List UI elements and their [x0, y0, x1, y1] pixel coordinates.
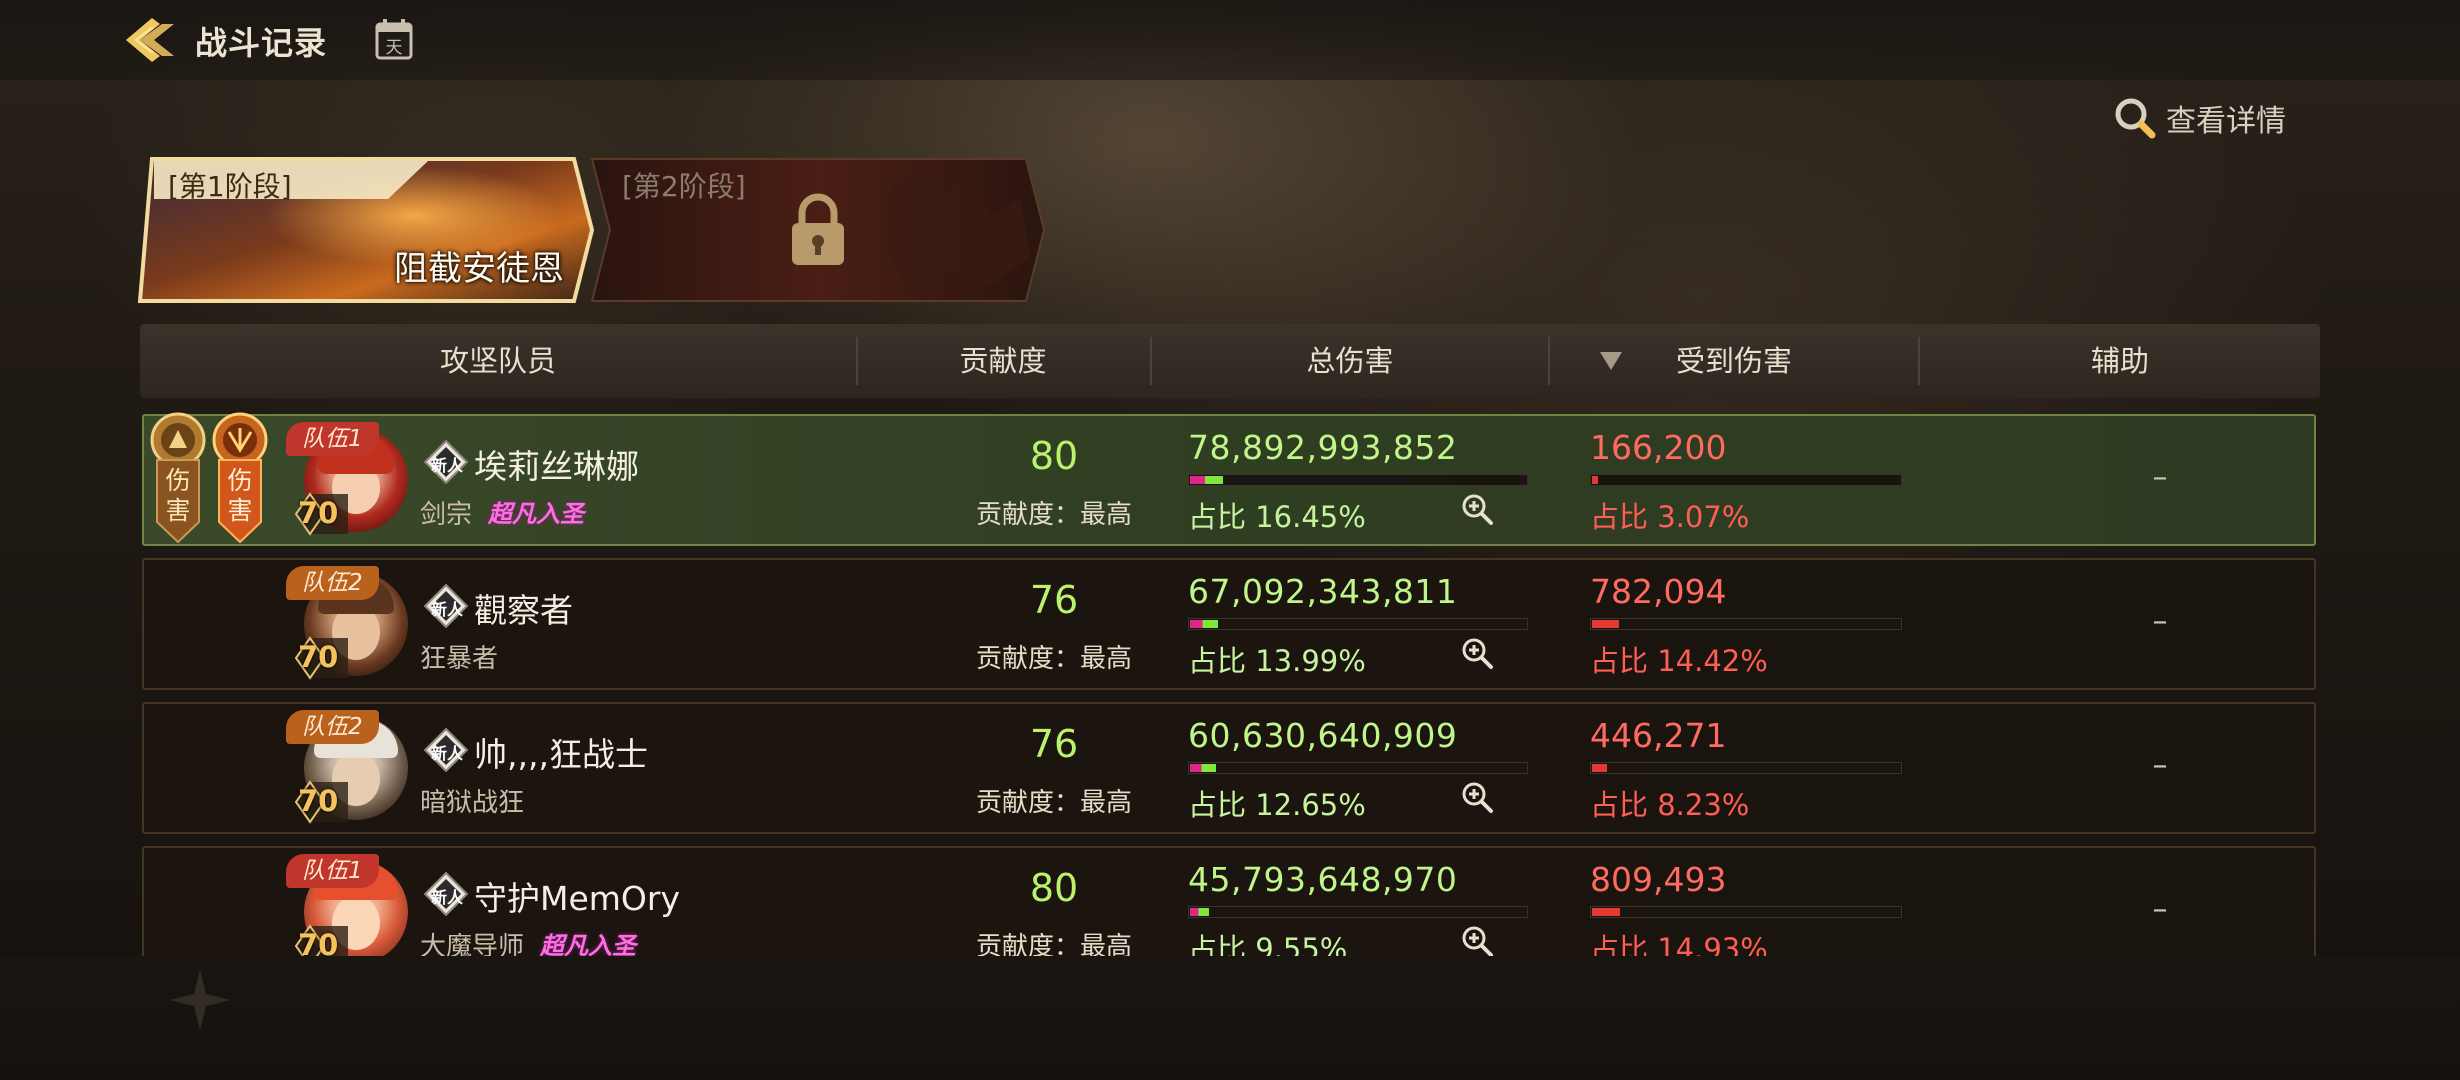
total-damage: 60,630,640,909 — [1188, 716, 1458, 755]
table-row[interactable]: 伤害 伤害 队伍1 70 新人 埃莉丝琳娜 剑宗 超凡入圣 80 贡献度：最高 … — [142, 412, 2316, 546]
level: 70 — [298, 784, 339, 818]
contribution-score: 76 — [1029, 722, 1079, 766]
contribution-label: 贡献度：最高 — [975, 788, 1132, 818]
contribution-label: 贡献度：最高 — [975, 500, 1132, 530]
newbie-label: 新人 — [430, 600, 463, 619]
table-row[interactable]: 队伍2 70 新人 觀察者 狂暴者 76 贡献度：最高 67,092,343,8… — [142, 558, 2316, 690]
team-badge: 队伍2 — [286, 566, 379, 600]
col-contribution: 贡献度 — [959, 344, 1047, 378]
newbie-label: 新人 — [430, 456, 463, 475]
taken-bar-fill — [1592, 764, 1607, 772]
assist-value: – — [2152, 604, 2168, 639]
taken-share: 占比 14.42% — [1590, 644, 1768, 678]
sparkle-icon — [170, 970, 230, 1030]
zoom-in-icon[interactable] — [1460, 636, 1494, 670]
table-row[interactable]: 队伍1 70 新人 守护MemOry 大魔导师 超凡入圣 80 贡献度：最高 4… — [142, 846, 2316, 956]
damage-bar-fill — [1190, 764, 1216, 772]
view-details-label: 查看详情 — [2166, 104, 2286, 139]
col-total-damage[interactable]: 总伤害 — [1152, 324, 1548, 398]
stage-1-name: 阻截安徒恩 — [394, 249, 564, 289]
player-class: 暗狱战狂 — [420, 788, 525, 818]
level: 70 — [298, 928, 339, 956]
contribution-score: 76 — [1029, 578, 1079, 622]
col-member: 攻坚队员 — [439, 344, 556, 378]
medal-label: 伤害 — [165, 466, 191, 525]
bottom-area — [0, 956, 2460, 1080]
page-title: 战斗记录 — [195, 24, 328, 62]
newbie-label: 新人 — [430, 744, 463, 763]
total-damage: 67,092,343,811 — [1188, 572, 1458, 611]
level: 70 — [298, 496, 339, 530]
stage-tab-2[interactable]: [第2阶段] — [590, 157, 1046, 303]
player-class: 大魔导师 — [420, 932, 525, 956]
lock-icon — [792, 193, 844, 265]
member-list[interactable]: 伤害 伤害 队伍1 70 新人 埃莉丝琳娜 剑宗 超凡入圣 80 贡献度：最高 … — [0, 400, 2460, 956]
taken-bar — [1590, 762, 1902, 774]
taken-bar-fill — [1592, 476, 1598, 484]
damage-bar-fill — [1190, 620, 1218, 628]
total-damage: 78,892,993,852 — [1188, 428, 1458, 467]
contribution-score: 80 — [1029, 866, 1079, 910]
damage-taken: 446,271 — [1590, 716, 1727, 755]
damage-share: 占比 13.99% — [1188, 644, 1366, 678]
level: 70 — [298, 640, 339, 674]
damage-bar-fill — [1190, 908, 1209, 916]
stage-tab-1[interactable]: [第1阶段] 阻截安徒恩 — [138, 157, 594, 303]
zoom-in-icon[interactable] — [1460, 924, 1494, 956]
contribution-label: 贡献度：最高 — [975, 644, 1132, 674]
taken-share: 占比 8.23% — [1590, 788, 1750, 822]
svg-text:天: 天 — [386, 38, 403, 58]
team-badge: 队伍1 — [286, 854, 379, 888]
taken-bar — [1590, 474, 1902, 486]
top-bar: 战斗记录 天 — [0, 0, 2460, 80]
contribution-label: 贡献度：最高 — [975, 932, 1132, 956]
taken-bar — [1590, 906, 1902, 918]
zoom-in-icon[interactable] — [1460, 492, 1494, 526]
player-name: 守护MemOry — [474, 879, 680, 918]
player-class: 狂暴者 — [420, 644, 499, 674]
damage-bar — [1188, 618, 1528, 630]
damage-bar — [1188, 762, 1528, 774]
stage-1-tag: [第1阶段] — [168, 170, 292, 203]
col-assist: 辅助 — [2090, 344, 2149, 378]
taken-bar-fill — [1592, 620, 1619, 628]
col-damage-taken: 受到伤害 — [1675, 344, 1792, 378]
taken-share: 占比 14.93% — [1590, 932, 1768, 956]
total-damage: 45,793,648,970 — [1188, 860, 1458, 899]
stage-2-tag: [第2阶段] — [622, 170, 746, 203]
assist-value: – — [2152, 460, 2168, 495]
taken-share: 占比 3.07% — [1590, 500, 1750, 534]
team-badge: 队伍1 — [286, 422, 379, 456]
damage-bar-fill — [1190, 476, 1223, 484]
player-name: 觀察者 — [474, 591, 573, 630]
damage-share: 占比 9.55% — [1188, 932, 1348, 956]
table-header: 攻坚队员 贡献度 总伤害 受到伤害 辅助 — [140, 324, 2320, 398]
damage-taken: 166,200 — [1590, 428, 1727, 467]
back-arrow-icon[interactable] — [122, 14, 178, 66]
assist-value: – — [2152, 748, 2168, 783]
zoom-in-icon[interactable] — [1460, 780, 1494, 814]
medal-label: 伤害 — [227, 466, 253, 525]
assist-value: – — [2152, 892, 2168, 927]
newbie-label: 新人 — [430, 888, 463, 907]
damage-taken: 782,094 — [1590, 572, 1727, 611]
damage-share: 占比 12.65% — [1188, 788, 1366, 822]
player-title: 超凡入圣 — [488, 500, 584, 528]
damage-share: 占比 16.45% — [1188, 500, 1366, 534]
taken-bar-fill — [1592, 908, 1620, 916]
damage-bar — [1188, 906, 1528, 918]
contribution-score: 80 — [1029, 434, 1079, 478]
damage-taken: 809,493 — [1590, 860, 1727, 899]
player-class: 剑宗 — [420, 500, 473, 530]
taken-bar — [1590, 618, 1902, 630]
player-name: 帅,,,,狂战士 — [474, 735, 648, 774]
damage-bar — [1188, 474, 1528, 486]
table-row[interactable]: 队伍2 70 新人 帅,,,,狂战士 暗狱战狂 76 贡献度：最高 60,630… — [142, 702, 2316, 834]
team-badge: 队伍2 — [286, 710, 379, 744]
view-details-button[interactable]: 查看详情 — [2112, 96, 2286, 140]
calendar-icon[interactable]: 天 — [374, 18, 414, 62]
player-title: 超凡入圣 — [540, 932, 636, 956]
magnifier-icon — [2115, 98, 2156, 139]
player-name: 埃莉丝琳娜 — [474, 447, 639, 486]
